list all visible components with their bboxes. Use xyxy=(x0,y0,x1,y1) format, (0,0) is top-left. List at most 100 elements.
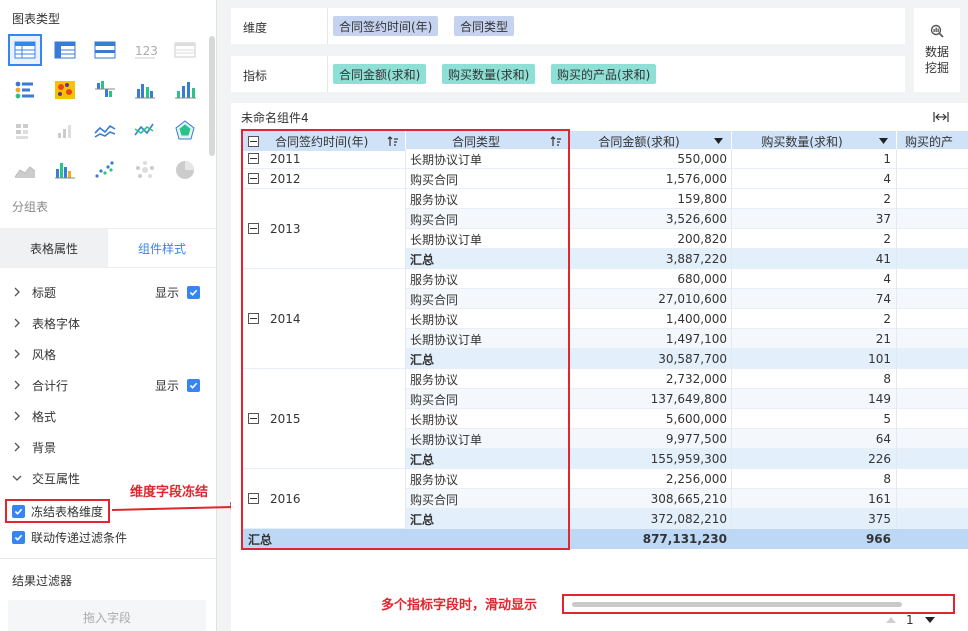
linkage-filter-checkbox[interactable] xyxy=(12,531,25,544)
frozen-dimension-highlight xyxy=(241,129,570,550)
stacked-column-icon xyxy=(55,163,75,179)
data-mining-label-1: 数据 xyxy=(924,45,949,59)
chart-type-detail-table-icon[interactable] xyxy=(88,34,122,66)
chevron-right-icon xyxy=(14,287,20,297)
header-qty[interactable]: 购买数量(求和) xyxy=(732,131,896,151)
grand-total-qty: 966 xyxy=(865,532,891,546)
chart-type-stacked-column-icon[interactable] xyxy=(48,154,82,186)
property-label: 风格 xyxy=(32,347,57,362)
disabled-grid-icon xyxy=(16,124,28,139)
chart-type-column-icon[interactable] xyxy=(168,74,202,106)
data-mining-button[interactable]: 数据 挖掘 xyxy=(914,8,960,92)
dropdown-icon[interactable] xyxy=(879,138,888,144)
show-checkbox[interactable] xyxy=(187,285,200,299)
property-row[interactable]: 背景 xyxy=(12,435,204,459)
qty-cell: 64 xyxy=(875,432,891,446)
chart-type-scatter-icon[interactable] xyxy=(88,154,122,186)
component-title: 未命名组件4 xyxy=(241,111,309,125)
amount-cell: 308,665,210 xyxy=(650,492,727,506)
tab-component-style[interactable]: 组件样式 xyxy=(108,229,216,267)
filter-drop-zone[interactable]: 拖入字段 xyxy=(8,600,206,631)
amount-cell: 27,010,600 xyxy=(658,292,727,306)
chart-type-disabled-bar-icon[interactable] xyxy=(48,114,82,146)
tab-table-properties[interactable]: 表格属性 xyxy=(0,229,108,267)
chart-type-grouped-bar-icon[interactable] xyxy=(88,74,122,106)
chart-type-table-icon[interactable] xyxy=(8,34,42,66)
qty-cell: 2 xyxy=(883,192,891,206)
amount-cell: 2,256,000 xyxy=(665,472,727,486)
dimension-bar: 维度 合同签约时间(年) 合同类型 xyxy=(231,8,905,44)
freeze-dimension-checkbox-row[interactable]: 冻结表格维度 xyxy=(12,503,103,520)
property-label: 格式 xyxy=(32,409,57,424)
chart-type-dot-matrix-icon[interactable] xyxy=(8,74,42,106)
qty-cell: 74 xyxy=(875,292,891,306)
amount-cell: 3,526,600 xyxy=(665,212,727,226)
qty-cell: 8 xyxy=(883,372,891,386)
show-toggle[interactable]: 显示 xyxy=(155,284,200,301)
show-checkbox[interactable] xyxy=(187,378,200,392)
column-divider xyxy=(896,149,897,529)
linkage-filter-checkbox-row[interactable]: 联动传递过滤条件 xyxy=(12,529,127,546)
left-panel: 图表类型 123 分组表 表格属性 组件样式 标题 显示 表格字体 风格 合计行 显示 格式… xyxy=(0,0,217,631)
dimension-pill-type[interactable]: 合同类型 xyxy=(454,16,515,36)
grand-total-amount: 877,131,230 xyxy=(642,532,727,546)
chart-type-disabled-table-icon[interactable] xyxy=(168,34,202,66)
chart-type-area-icon[interactable] xyxy=(8,154,42,186)
chart-type-line-scatter-icon[interactable] xyxy=(128,114,162,146)
header-product[interactable]: 购买的产 xyxy=(897,131,968,151)
chevron-right-icon xyxy=(14,349,20,359)
qty-cell: 8 xyxy=(883,472,891,486)
metric-pill-product[interactable]: 购买的产品(求和) xyxy=(551,64,657,84)
chart-type-bubble-icon[interactable] xyxy=(128,154,162,186)
property-row[interactable]: 风格 xyxy=(12,342,204,366)
property-row[interactable]: 格式 xyxy=(12,404,204,428)
bubble-icon xyxy=(136,161,154,178)
amount-cell: 9,977,500 xyxy=(665,432,727,446)
amount-cell: 1,576,000 xyxy=(665,172,727,186)
freeze-dimension-checkbox[interactable] xyxy=(12,505,25,518)
pager-value[interactable]: 1 xyxy=(906,610,914,630)
chart-type-radar-icon[interactable] xyxy=(168,114,202,146)
qty-cell: 41 xyxy=(875,252,891,266)
chart-type-bar-icon[interactable] xyxy=(128,74,162,106)
chart-grid-scrollbar[interactable] xyxy=(209,36,215,156)
property-row[interactable]: 表格字体 xyxy=(12,311,204,335)
dimension-pill-year[interactable]: 合同签约时间(年) xyxy=(333,16,439,36)
header-amount[interactable]: 合同金额(求和) xyxy=(569,131,731,151)
chart-type-pie-icon[interactable] xyxy=(168,154,202,186)
qty-cell: 226 xyxy=(868,452,891,466)
chart-type-kpi-number-icon[interactable]: 123 xyxy=(128,34,162,66)
horizontal-scrollbar[interactable] xyxy=(572,602,902,607)
freeze-dimension-label: 冻结表格维度 xyxy=(31,505,104,519)
data-mining-label-2: 挖掘 xyxy=(924,61,949,75)
property-row[interactable]: 合计行 显示 xyxy=(12,373,204,397)
amount-cell: 137,649,800 xyxy=(650,392,727,406)
property-label: 表格字体 xyxy=(32,316,81,331)
show-toggle[interactable]: 显示 xyxy=(155,377,200,394)
freeze-annotation: 维度字段冻结 xyxy=(130,485,209,500)
expand-width-icon[interactable] xyxy=(933,111,949,123)
chart-type-disabled-grid-icon[interactable] xyxy=(8,114,42,146)
chart-type-line-icon[interactable] xyxy=(88,114,122,146)
svg-text:123: 123 xyxy=(135,44,157,58)
dimension-label: 维度 xyxy=(243,21,268,35)
page-down-icon[interactable] xyxy=(925,617,935,623)
dropdown-icon[interactable] xyxy=(714,138,723,144)
chart-type-heatmap-icon[interactable] xyxy=(48,74,82,106)
qty-cell: 4 xyxy=(883,172,891,186)
table-icon xyxy=(14,41,36,59)
chevron-right-icon xyxy=(14,318,20,328)
chart-type-cross-table-icon[interactable] xyxy=(48,34,82,66)
amount-cell: 3,887,220 xyxy=(665,252,727,266)
line-icon xyxy=(94,124,116,138)
qty-cell: 2 xyxy=(883,312,891,326)
amount-cell: 680,000 xyxy=(677,272,727,286)
metric-pill-amount[interactable]: 合同金额(求和) xyxy=(333,64,427,84)
header-amount-label: 合同金额(求和) xyxy=(598,134,680,149)
metric-pill-qty[interactable]: 购买数量(求和) xyxy=(442,64,536,84)
property-row[interactable]: 标题 显示 xyxy=(12,280,204,304)
qty-cell: 5 xyxy=(883,412,891,426)
header-qty-label: 购买数量(求和) xyxy=(761,134,843,149)
line-scatter-icon xyxy=(134,123,154,136)
page-up-icon[interactable] xyxy=(886,617,896,623)
